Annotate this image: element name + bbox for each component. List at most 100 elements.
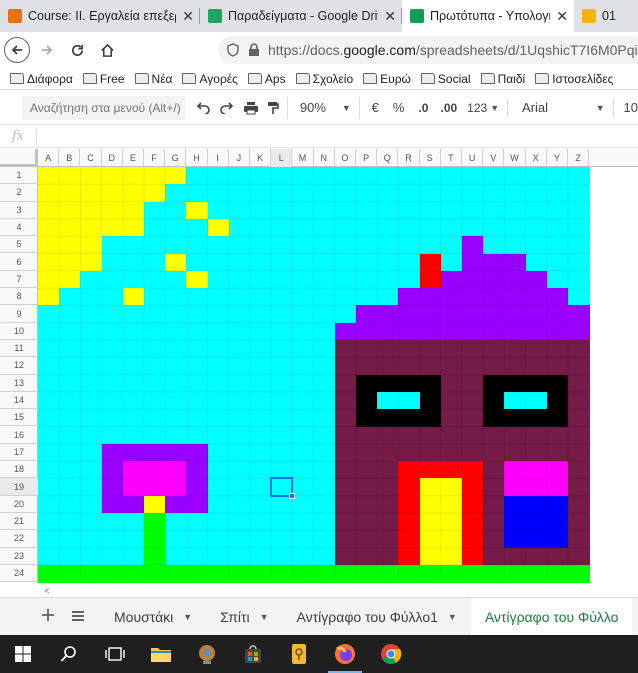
row-header[interactable]: 9: [0, 305, 38, 323]
column-header[interactable]: C: [80, 149, 102, 167]
column-header[interactable]: Y: [547, 149, 568, 167]
row-header[interactable]: 8: [0, 288, 38, 306]
caret-down-icon[interactable]: ▼: [183, 612, 192, 622]
row-header[interactable]: 19: [0, 478, 38, 496]
row-header[interactable]: 20: [0, 496, 38, 513]
search-button[interactable]: [46, 635, 92, 673]
row-header[interactable]: 16: [0, 427, 38, 444]
currency-format-button[interactable]: €: [372, 100, 379, 115]
close-tab-icon[interactable]: ✕: [384, 8, 396, 25]
chrome-button[interactable]: [368, 635, 414, 673]
bookmark-folder[interactable]: Social: [420, 72, 471, 86]
row-header[interactable]: 4: [0, 219, 38, 237]
store-button[interactable]: [230, 635, 276, 673]
percent-format-button[interactable]: %: [393, 100, 405, 115]
row-header[interactable]: 6: [0, 254, 38, 271]
cell-area[interactable]: [38, 167, 590, 583]
bookmark-folder[interactable]: Ιστοσελίδες: [535, 72, 613, 86]
row-header[interactable]: 15: [0, 409, 38, 427]
browser-tab[interactable]: Course: II. Εργαλεία επεξεργασ ✕: [0, 0, 200, 32]
fill-handle[interactable]: [289, 492, 296, 499]
webcam-app-button[interactable]: [184, 635, 230, 673]
column-header[interactable]: U: [462, 149, 484, 167]
row-header[interactable]: 11: [0, 340, 38, 358]
bookmark-folder[interactable]: Free: [82, 72, 125, 86]
select-all-corner[interactable]: [0, 149, 38, 167]
browser-tab[interactable]: Πρωτότυπα - Υπολογιστικά ✕: [402, 0, 574, 32]
column-header[interactable]: A: [38, 149, 60, 167]
row-header[interactable]: 17: [0, 444, 38, 462]
column-header[interactable]: F: [144, 149, 166, 167]
caret-down-icon[interactable]: ▼: [448, 612, 457, 622]
column-header[interactable]: Q: [377, 149, 399, 167]
sheet-tab[interactable]: Σπίτι ▼: [206, 598, 282, 635]
home-button[interactable]: [94, 37, 120, 63]
column-header[interactable]: M: [292, 149, 314, 167]
close-tab-icon[interactable]: ✕: [556, 8, 568, 25]
reload-button[interactable]: [64, 37, 90, 63]
column-header[interactable]: W: [504, 149, 526, 167]
sheet-tab[interactable]: Αντίγραφο του Φύλλο1 ▼: [283, 598, 471, 635]
column-header[interactable]: I: [208, 149, 229, 167]
bookmark-folder[interactable]: Ευρώ: [363, 72, 411, 86]
print-button[interactable]: [243, 101, 259, 115]
column-header[interactable]: O: [335, 149, 356, 167]
row-header[interactable]: 21: [0, 513, 38, 531]
column-header[interactable]: K: [250, 149, 272, 167]
zoom-select[interactable]: 90% ▼: [300, 100, 351, 115]
increase-decimals-button[interactable]: .00: [440, 101, 457, 115]
row-header[interactable]: 1: [0, 167, 38, 185]
row-header[interactable]: 23: [0, 548, 38, 565]
column-header[interactable]: V: [483, 149, 505, 167]
column-header[interactable]: T: [441, 149, 462, 167]
row-header[interactable]: 7: [0, 271, 38, 289]
column-header[interactable]: N: [314, 149, 335, 167]
column-header[interactable]: B: [59, 149, 81, 167]
browser-tab[interactable]: Παραδείγματα - Google Drive ✕: [200, 0, 402, 32]
column-header[interactable]: H: [186, 149, 208, 167]
bookmark-folder[interactable]: Σχολείο: [295, 72, 353, 86]
file-explorer-button[interactable]: [138, 635, 184, 673]
row-header[interactable]: 18: [0, 461, 38, 479]
column-header[interactable]: E: [123, 149, 144, 167]
column-header[interactable]: S: [420, 149, 441, 167]
close-tab-icon[interactable]: ✕: [182, 8, 194, 25]
column-header[interactable]: R: [398, 149, 420, 167]
column-header[interactable]: Z: [568, 149, 590, 167]
caret-down-icon[interactable]: ▼: [260, 612, 269, 622]
row-header[interactable]: 10: [0, 323, 38, 340]
font-size-select[interactable]: 10: [624, 100, 638, 115]
menu-search-input[interactable]: [22, 95, 185, 120]
sheet-tab[interactable]: Μουστάκι ▼: [100, 598, 206, 635]
undo-button[interactable]: [195, 101, 211, 114]
column-header[interactable]: L: [271, 149, 293, 167]
redo-button[interactable]: [219, 101, 235, 114]
row-header[interactable]: 3: [0, 202, 38, 219]
bookmark-folder[interactable]: Διάφορα: [10, 72, 73, 86]
column-header[interactable]: P: [356, 149, 378, 167]
more-formats-button[interactable]: 123 ▼: [467, 101, 499, 115]
row-header[interactable]: 12: [0, 357, 38, 375]
column-header[interactable]: D: [102, 149, 123, 167]
row-header[interactable]: 5: [0, 236, 38, 254]
all-sheets-button[interactable]: [66, 606, 90, 627]
back-button[interactable]: [4, 37, 30, 63]
bookmark-folder[interactable]: Aps: [247, 72, 286, 86]
forward-button[interactable]: [34, 37, 60, 63]
decrease-decimals-button[interactable]: .0: [418, 101, 428, 115]
scroll-left-arrow-icon[interactable]: <: [44, 586, 50, 597]
start-button[interactable]: [0, 635, 46, 673]
font-select[interactable]: Arial ▼: [522, 100, 605, 115]
bookmark-folder[interactable]: Παιδί: [480, 72, 525, 86]
selected-cell-outline[interactable]: [270, 477, 296, 499]
sheet-tab[interactable]: Αντίγραφο του Φύλλο: [470, 598, 633, 635]
row-header[interactable]: 2: [0, 184, 38, 202]
address-bar[interactable]: https://docs. google.com/spreadsheets/d/1…: [218, 36, 638, 64]
row-header[interactable]: 13: [0, 375, 38, 392]
row-header[interactable]: 22: [0, 530, 38, 548]
row-header[interactable]: 24: [0, 565, 38, 583]
browser-tab[interactable]: 01: [574, 0, 638, 32]
column-header[interactable]: G: [165, 149, 187, 167]
column-header[interactable]: J: [229, 149, 250, 167]
bookmark-folder[interactable]: Αγορές: [182, 72, 238, 86]
